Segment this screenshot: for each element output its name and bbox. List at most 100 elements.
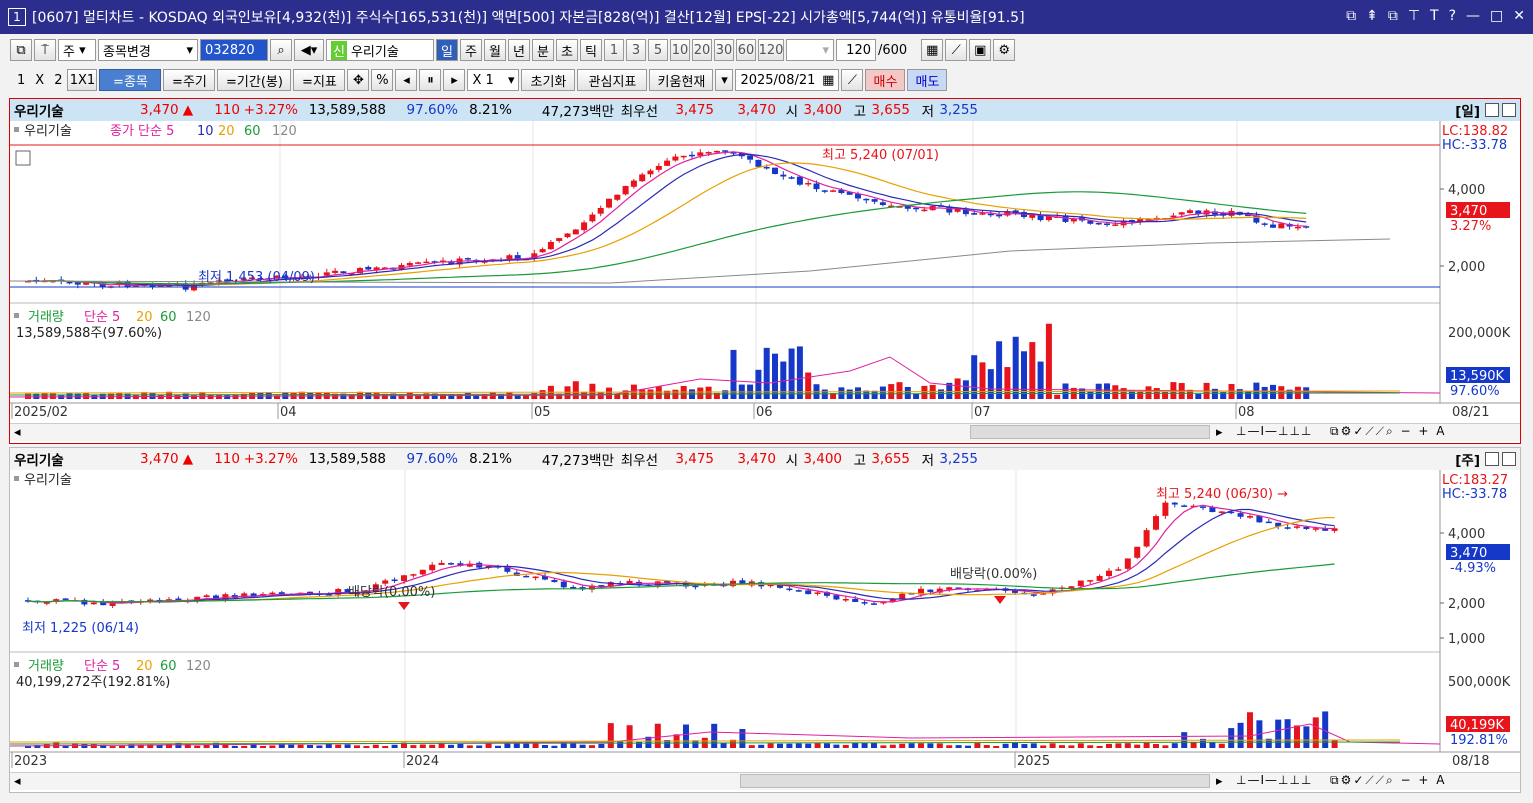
period-tick[interactable]: 틱	[580, 39, 602, 61]
weekly-chart[interactable]: 우리기술거래량 단순 5 20 60 120 40,199,272주(192.81%) LC…	[10, 470, 1520, 776]
buy-button[interactable]: 매수	[865, 69, 906, 91]
num-30[interactable]: 30	[714, 39, 734, 61]
calendar-icon[interactable]: ▦	[822, 73, 834, 88]
stock-name-field[interactable]: 신 우리기술	[326, 39, 434, 61]
close-icon[interactable]: ✕	[1513, 8, 1525, 24]
copy-icon[interactable]: ⧉	[1388, 8, 1398, 24]
close-icon[interactable]	[1502, 103, 1516, 117]
legend-ma-period: 20	[218, 124, 235, 139]
topmost-icon[interactable]: ⊤	[1408, 8, 1420, 24]
sound-icon[interactable]: ◀▾	[294, 39, 324, 61]
candle-body	[43, 602, 50, 604]
period-year[interactable]: 년	[508, 39, 530, 61]
volume-bar	[1278, 386, 1285, 399]
candle-body	[655, 165, 662, 170]
pin-icon[interactable]: ⇞	[1366, 8, 1378, 24]
scroll-right-icon[interactable]: ▸	[1216, 774, 1223, 789]
candle-body	[647, 170, 654, 175]
x-right-label: 08/21	[1452, 405, 1489, 420]
maximize-icon[interactable]	[1485, 452, 1499, 466]
maximize-icon[interactable]	[1485, 103, 1499, 117]
period-month[interactable]: 월	[484, 39, 506, 61]
daily-chart[interactable]: 우리기술 종가 단순 5 10 20 60 120 거래량 단순 5 20 60 120 13,589…	[10, 121, 1520, 427]
market-select[interactable]: 주 ▾	[58, 39, 96, 61]
maximize-icon[interactable]: □	[1490, 8, 1503, 24]
scrollbar[interactable]: ◂ ▸ ⊥—I—⊥⊥⊥ ⧉⚙✓⟋⟋⌕ − + A	[10, 772, 1520, 790]
grid-icon[interactable]: ▦	[921, 39, 944, 61]
pin-icon[interactable]: ⍑	[34, 39, 56, 61]
cycle-sync-button[interactable]: =주기	[163, 69, 216, 91]
font-icon[interactable]: T	[1430, 8, 1439, 24]
num-5[interactable]: 5	[648, 39, 668, 61]
crosshair-icon[interactable]: ✥	[347, 69, 370, 91]
period-minute[interactable]: 분	[532, 39, 554, 61]
x-tick-label: 2024	[406, 754, 439, 769]
restore-icon[interactable]: ⧉	[1346, 8, 1356, 24]
layout-1[interactable]: 1	[17, 73, 25, 88]
period-day[interactable]: 일	[436, 39, 458, 61]
link-icon[interactable]: ⧉	[10, 39, 32, 61]
date-input[interactable]: 2025/08/21 ▦	[735, 69, 840, 91]
minimize-icon[interactable]: —	[1466, 8, 1480, 24]
next-icon[interactable]: ▸	[443, 69, 466, 91]
candle-body	[1284, 527, 1291, 529]
chart-option-icon[interactable]: ⟋	[841, 69, 864, 91]
percent-button[interactable]: %	[371, 69, 394, 91]
close-icon[interactable]	[1502, 452, 1516, 466]
layout-1x1[interactable]: 1X1	[67, 69, 98, 91]
chart-tools-icon[interactable]: ⧉⚙✓⟋⟋⌕ − + A	[1330, 424, 1446, 439]
stock-change-select[interactable]: 종목변경 ▾	[98, 39, 198, 61]
count-input[interactable]: 120	[836, 39, 876, 61]
price: 3,470	[140, 451, 179, 467]
volume-bar	[971, 355, 978, 399]
custom-period-select[interactable]: ▾	[786, 39, 834, 61]
stock-sync-button[interactable]: =종목	[99, 69, 162, 91]
num-120[interactable]: 120	[758, 39, 784, 61]
zoom-slider[interactable]: ⊥—I—⊥⊥⊥	[1236, 424, 1312, 438]
period-second[interactable]: 초	[556, 39, 578, 61]
kiwoom-current-button[interactable]: 키움현재	[649, 69, 714, 91]
help-icon[interactable]: ?	[1449, 8, 1456, 24]
period-week[interactable]: 주	[460, 39, 482, 61]
zoom-select[interactable]: X 1 ▾	[467, 69, 520, 91]
save-icon[interactable]: ▣	[969, 39, 992, 61]
layout-x[interactable]: X	[35, 73, 44, 88]
scroll-thumb[interactable]	[970, 425, 1210, 439]
num-20[interactable]: 20	[692, 39, 712, 61]
scroll-thumb[interactable]	[740, 774, 1210, 788]
stock-code-input[interactable]: 032820	[200, 39, 268, 61]
reset-button[interactable]: 초기화	[521, 69, 576, 91]
x-tick-label: 04	[280, 405, 297, 420]
sell-button[interactable]: 매도	[907, 69, 948, 91]
volume-bar	[1195, 393, 1202, 399]
volume-bar	[598, 743, 605, 748]
scrollbar[interactable]: ◂ ▸ ⊥—I—⊥⊥⊥ ⧉⚙✓⟋⟋⌕ − + A	[10, 423, 1520, 441]
volume-bar	[777, 743, 783, 748]
volume-tag-label: 13,590K	[1450, 369, 1504, 384]
volume-bar	[626, 725, 633, 748]
scroll-right-icon[interactable]: ▸	[1216, 425, 1223, 440]
range-sync-button[interactable]: =기간(봉)	[217, 69, 292, 91]
settings-icon[interactable]: ⚙	[993, 39, 1016, 61]
num-60[interactable]: 60	[736, 39, 756, 61]
kiwoom-dropdown-icon[interactable]: ▾	[715, 69, 734, 91]
zoom-slider[interactable]: ⊥—I—⊥⊥⊥	[1236, 773, 1312, 787]
interest-indicator-button[interactable]: 관심지표	[577, 69, 648, 91]
lc-label: LC:138.82	[1442, 124, 1508, 139]
candle-body	[805, 590, 812, 595]
scroll-left-icon[interactable]: ◂	[14, 425, 21, 440]
num-10[interactable]: 10	[670, 39, 690, 61]
volume-bar	[987, 369, 994, 399]
volume-bar	[307, 745, 313, 748]
prev-icon[interactable]: ◂	[395, 69, 418, 91]
num-3[interactable]: 3	[626, 39, 646, 61]
num-1[interactable]: 1	[604, 39, 624, 61]
chart-tools-icon[interactable]: ⧉⚙✓⟋⟋⌕ − + A	[1330, 773, 1446, 788]
search-icon[interactable]: ⌕	[270, 39, 292, 61]
layout-2[interactable]: 2	[54, 73, 62, 88]
pause-icon[interactable]: ⏸	[419, 69, 442, 91]
hc-label: HC:-33.78	[1442, 138, 1507, 153]
line-tool-icon[interactable]: ⟋	[945, 39, 968, 61]
scroll-left-icon[interactable]: ◂	[14, 774, 21, 789]
indicator-sync-button[interactable]: =지표	[293, 69, 346, 91]
